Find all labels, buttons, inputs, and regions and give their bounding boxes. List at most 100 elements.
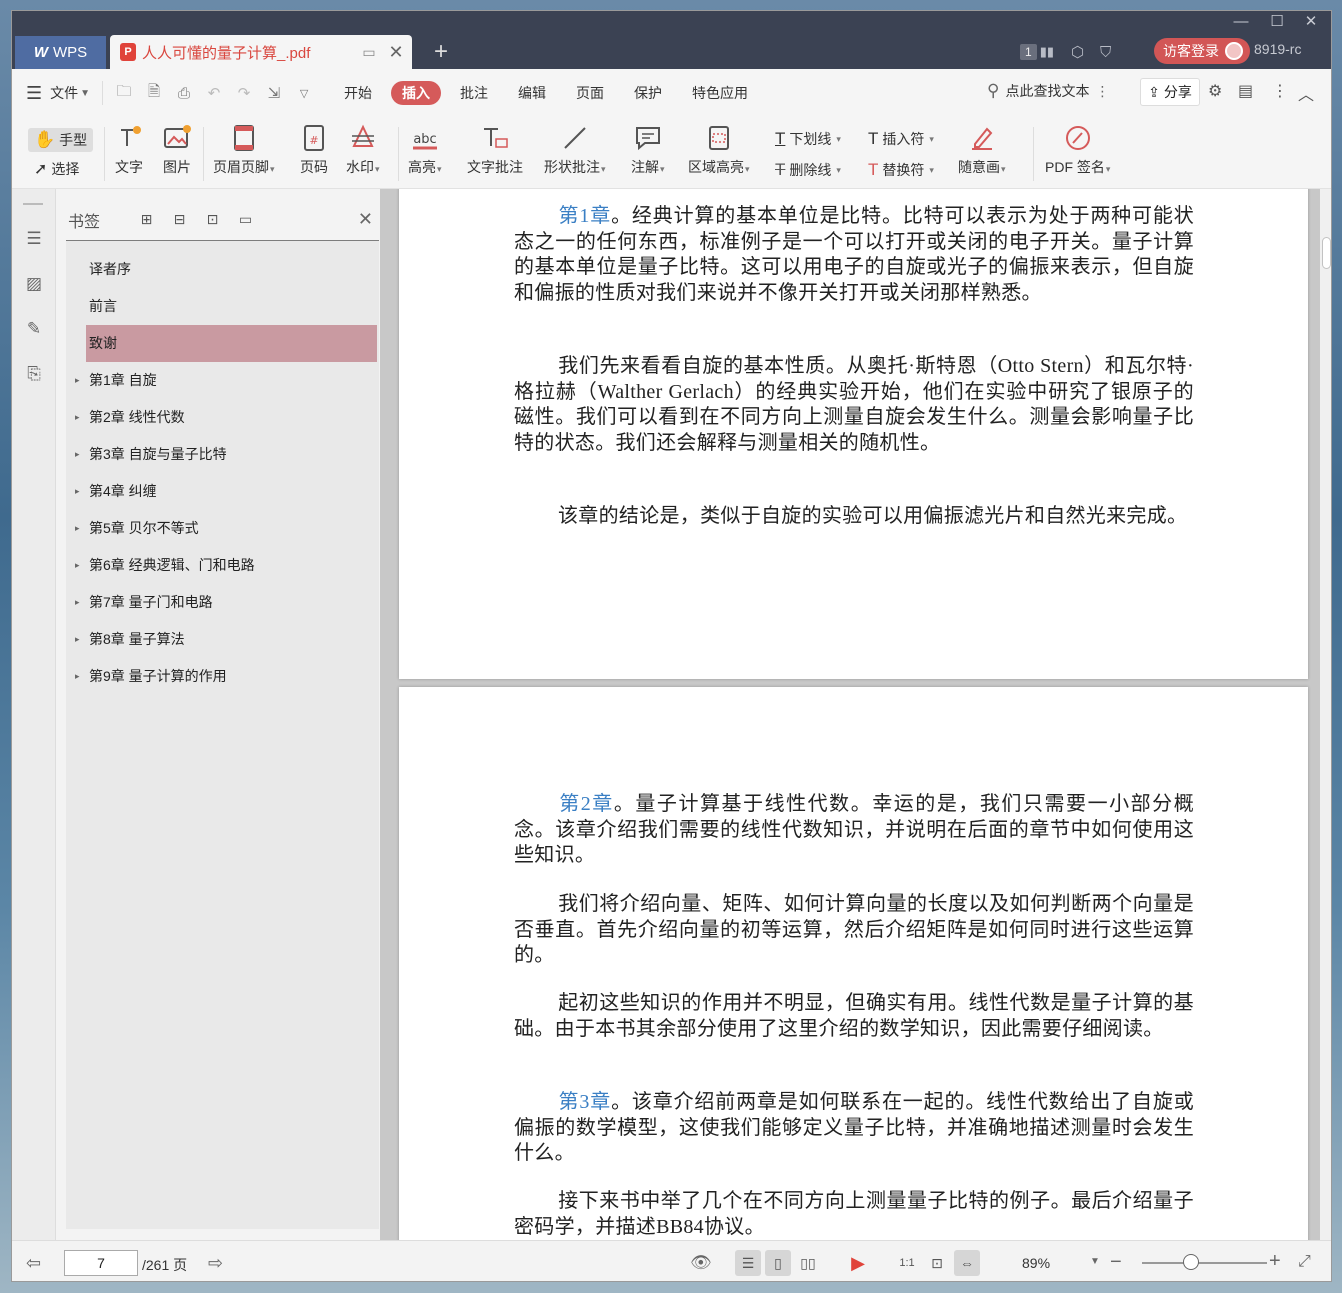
expand-arrow-icon[interactable]: ▸ [75, 362, 80, 399]
more-vertical-icon[interactable]: ⋮ [1095, 83, 1109, 100]
guest-login-button[interactable]: 访客登录 [1154, 38, 1250, 64]
area-highlight-button[interactable]: 区域高亮▾ [688, 123, 750, 177]
expand-arrow-icon[interactable]: ▸ [75, 436, 80, 473]
print-icon[interactable]: ⎙ [169, 85, 199, 102]
menu-page[interactable]: 页面 [565, 81, 615, 105]
zoom-dropdown-icon[interactable]: ▼ [1090, 1256, 1100, 1267]
select-tool-button[interactable]: ➚ 选择 [34, 159, 79, 179]
save-icon[interactable]: 🗎 [139, 81, 169, 106]
open-folder-icon[interactable]: 🗀 [109, 81, 139, 106]
bookmark-item[interactable]: 译者序 [66, 251, 379, 288]
expand-arrow-icon[interactable]: ▸ [75, 658, 80, 695]
share-button[interactable]: ⇪ 分享 [1140, 78, 1200, 106]
continuous-view-icon[interactable]: ☰ [735, 1250, 761, 1276]
more-options-icon[interactable]: ⋮ [1272, 81, 1288, 101]
tab-preview-icon[interactable]: ▭ [358, 44, 380, 61]
strikethrough-button[interactable]: T 删除线 ▾ [775, 160, 841, 180]
zoom-level[interactable]: 89% [1022, 1255, 1050, 1271]
collapse-all-icon[interactable]: ⊡ [196, 211, 229, 228]
header-footer-button[interactable]: 页眉页脚▾ [213, 123, 275, 177]
find-text-button[interactable]: ⚲ 点此查找文本 ⋮ [987, 81, 1109, 101]
hand-tool-button[interactable]: ✋ 手型 [28, 128, 94, 152]
vertical-scrollbar[interactable] [1320, 189, 1331, 1240]
expand-arrow-icon[interactable]: ▸ [75, 399, 80, 436]
watermark-button[interactable]: 水印▾ [346, 123, 380, 177]
more-quick-icon[interactable]: ▽ [289, 87, 319, 100]
freehand-button[interactable]: 随意画▾ [958, 123, 1006, 177]
chevron-down-icon[interactable]: ▼ [80, 88, 90, 99]
chapter-link[interactable]: 第1章 [558, 205, 611, 227]
expand-arrow-icon[interactable]: ▸ [75, 473, 80, 510]
menu-start[interactable]: 开始 [333, 81, 383, 105]
bookmark-item-selected[interactable]: 致谢 [86, 325, 377, 362]
menu-insert[interactable]: 插入 [391, 81, 442, 105]
fit-page-icon[interactable]: ⊡ [924, 1250, 950, 1276]
add-bookmark-icon[interactable]: ⊞ [130, 211, 163, 228]
bookmark-item[interactable]: ▸ 第7章 量子门和电路 [66, 584, 379, 621]
zoom-slider-handle[interactable] [1183, 1254, 1199, 1270]
bookmark-list-icon[interactable]: ☰ [23, 229, 45, 251]
thumbnail-image-icon[interactable]: ▨ [23, 274, 45, 296]
document-tab[interactable]: P 人人可懂的量子计算_.pdf ▭ ✕ [110, 35, 412, 69]
signature-panel-icon[interactable]: ⎘ [23, 364, 45, 386]
play-slideshow-icon[interactable]: ▶ [845, 1250, 871, 1276]
file-menu[interactable]: 文件 [42, 81, 80, 105]
page-number-button[interactable]: # 页码 [300, 123, 328, 177]
shape-note-button[interactable]: 形状批注▾ [544, 123, 606, 177]
zoom-in-icon[interactable]: + [1269, 1250, 1281, 1273]
export-icon[interactable]: ⇲ [259, 84, 289, 102]
fit-width-icon[interactable]: ⇔ [954, 1250, 980, 1276]
insert-text-button[interactable]: 文字 [115, 123, 143, 177]
bookmark-item[interactable]: ▸ 第8章 量子算法 [66, 621, 379, 658]
menu-special[interactable]: 特色应用 [681, 81, 759, 105]
zoom-out-icon[interactable]: − [1110, 1251, 1122, 1274]
wps-home-tab[interactable]: W WPS [15, 36, 106, 69]
next-page-icon[interactable]: ⇨ [208, 1253, 223, 1274]
chapter-link[interactable]: 第2章 [558, 793, 614, 815]
previous-page-icon[interactable]: ⇦ [26, 1253, 41, 1274]
menu-edit[interactable]: 编辑 [507, 81, 557, 105]
chat-icon[interactable]: ▤ [1238, 81, 1253, 101]
eye-protect-icon[interactable]: 👁 [690, 1253, 712, 1273]
annotation-pen-icon[interactable]: ✎ [23, 319, 45, 341]
new-tab-button[interactable]: + [434, 37, 448, 67]
scroll-thumb[interactable] [1322, 237, 1331, 269]
zoom-slider[interactable] [1142, 1262, 1267, 1264]
menu-protect[interactable]: 保护 [623, 81, 673, 105]
bookmark-item[interactable]: ▸ 第1章 自旋 [66, 362, 379, 399]
insert-mark-button[interactable]: T 插入符 ▾ [868, 129, 934, 149]
skin-icon[interactable]: ⬡ [1071, 39, 1084, 65]
pdf-sign-button[interactable]: PDF 签名▾ [1045, 123, 1110, 177]
document-viewport[interactable]: 第1章。经典计算的基本单位是比特。比特可以表示为处于两种可能状态之一的任何东西，… [380, 189, 1320, 1240]
shirt-icon[interactable]: ⛉ [1100, 39, 1111, 65]
bookmark-item[interactable]: ▸ 第3章 自旋与量子比特 [66, 436, 379, 473]
bookmark-item[interactable]: ▸ 第5章 贝尔不等式 [66, 510, 379, 547]
redo-icon[interactable]: ↷ [229, 84, 259, 102]
menu-comment[interactable]: 批注 [449, 81, 499, 105]
double-page-view-icon[interactable]: ▯▯ [795, 1250, 821, 1276]
bookmark-item[interactable]: ▸ 第9章 量子计算的作用 [66, 658, 379, 695]
expand-arrow-icon[interactable]: ▸ [75, 510, 80, 547]
bookmark-item[interactable]: 前言 [66, 288, 379, 325]
text-note-button[interactable]: 文字批注 [467, 123, 523, 177]
actual-size-icon[interactable]: 1:1 [894, 1250, 920, 1276]
tab-count-area[interactable]: 1 ▮▮ [1020, 39, 1054, 65]
minimize-button[interactable]: — [1222, 11, 1260, 33]
fullscreen-icon[interactable]: ⤢ [1298, 1253, 1311, 1271]
insert-image-button[interactable]: 图片 [162, 123, 192, 177]
settings-gear-icon[interactable]: ⚙ [1208, 81, 1222, 101]
bookmark-options-icon[interactable]: ▭ [229, 211, 262, 228]
expand-arrow-icon[interactable]: ▸ [75, 547, 80, 584]
page-number-input[interactable]: 7 [64, 1250, 138, 1276]
underline-button[interactable]: T 下划线 ▾ [775, 129, 841, 149]
single-page-view-icon[interactable]: ▯ [765, 1250, 791, 1276]
expand-arrow-icon[interactable]: ▸ [75, 621, 80, 658]
chapter-link[interactable]: 第3章 [558, 1091, 611, 1113]
bookmark-item[interactable]: ▸ 第4章 纠缠 [66, 473, 379, 510]
maximize-button[interactable]: ☐ [1258, 11, 1296, 33]
bookmark-item[interactable]: ▸ 第6章 经典逻辑、门和电路 [66, 547, 379, 584]
hamburger-icon[interactable]: ☰ [26, 83, 42, 104]
comment-button[interactable]: 注解▾ [631, 123, 665, 177]
expand-arrow-icon[interactable]: ▸ [75, 584, 80, 621]
close-window-button[interactable]: ✕ [1292, 11, 1330, 33]
